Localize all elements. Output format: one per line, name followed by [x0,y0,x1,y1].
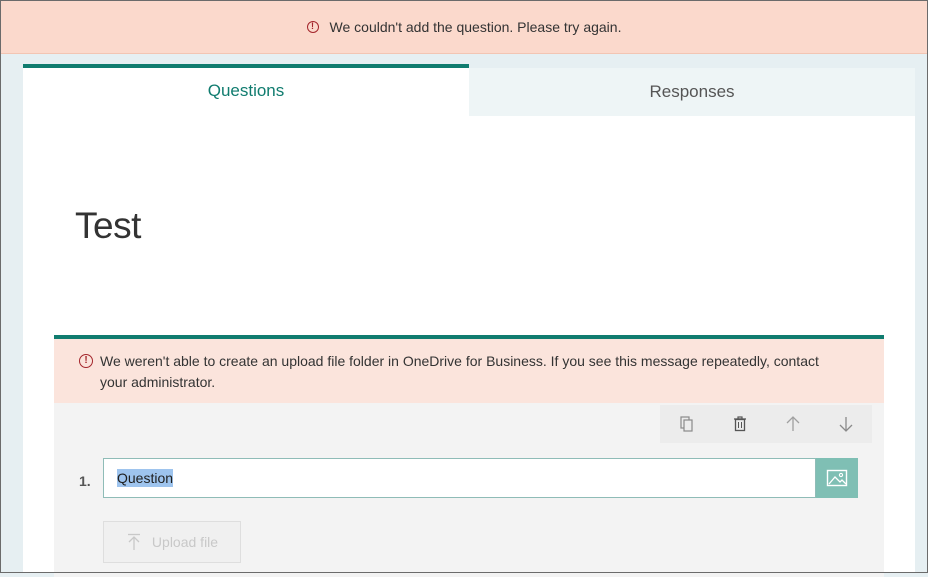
upload-file-label: Upload file [151,534,219,550]
move-down-icon [839,417,852,432]
upload-icon [127,533,140,550]
error-banner-text: We couldn't add the question. Please try… [329,18,622,35]
question-title-text: Question [117,469,174,487]
tab-questions[interactable]: Questions [23,64,469,116]
question-error-message: ! We weren't able to create an upload fi… [54,339,884,403]
error-circle-icon: ! [79,354,93,368]
question-toolbar [660,405,872,443]
delete-icon [733,416,746,432]
question-number: 1. [79,473,91,489]
insert-image-button[interactable] [816,458,858,498]
copy-button[interactable] [672,409,702,439]
question-error-line-1: We weren't able to create an upload file… [100,353,819,369]
question-error-line-2: your administrator. [100,374,216,390]
question-card: ! We weren't able to create an upload fi… [54,335,884,577]
image-icon [826,469,848,487]
copy-icon [679,416,693,432]
error-circle-icon: ! [306,20,319,33]
form-title[interactable]: Test [75,204,141,247]
error-banner: ! We couldn't add the question. Please t… [0,0,928,54]
move-down-button[interactable] [831,409,861,439]
tab-responses[interactable]: Responses [469,64,915,116]
question-title-input[interactable]: Question [103,458,816,498]
tab-bar: Questions Responses [23,64,915,116]
form-title-text: Test [75,205,141,246]
upload-file-button[interactable]: Upload file [103,521,241,563]
move-up-button[interactable] [778,409,808,439]
form-card: Questions Responses Test ! We weren't ab… [23,64,915,577]
delete-button[interactable] [725,409,755,439]
move-up-icon [786,416,799,431]
